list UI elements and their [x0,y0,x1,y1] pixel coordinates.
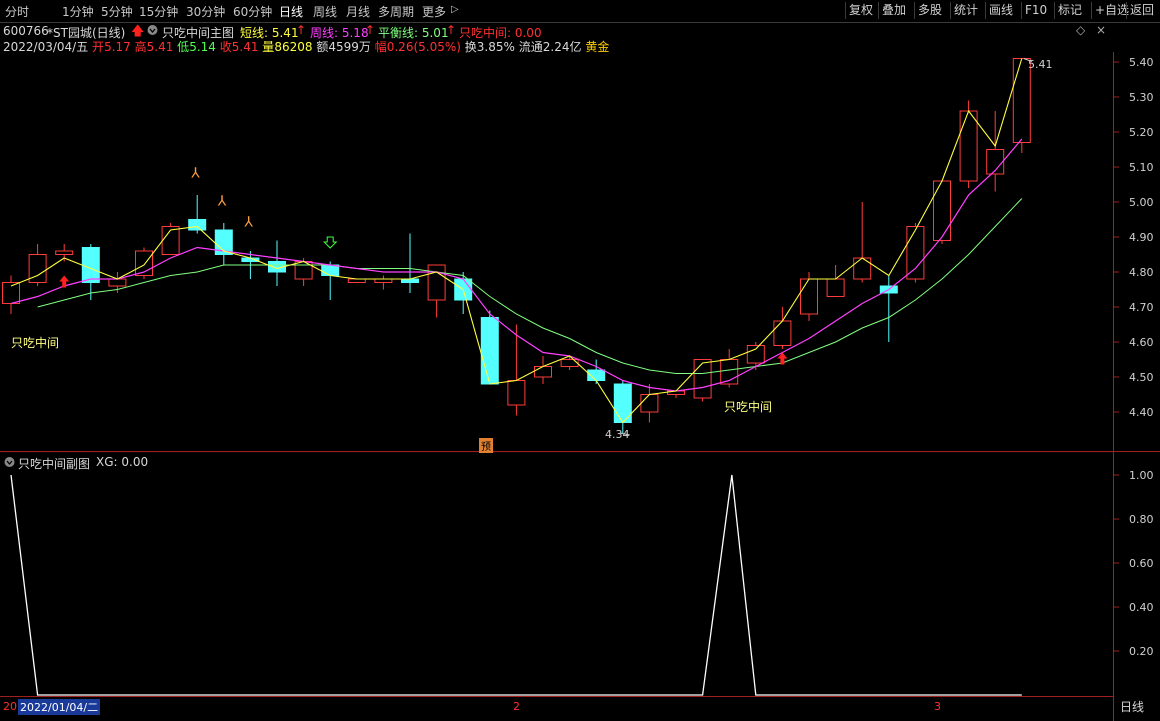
sub-y-tick-label-1: 0.40 [1129,601,1154,614]
y-tick-label-3: 4.70 [1129,301,1154,314]
month-2-label: 2 [513,700,520,713]
runner-icon-2: ⅄ [243,215,253,231]
low-price-label: 4.34 [605,428,630,441]
predict-badge[interactable]: 预 [479,438,493,453]
candle-body-16 [427,264,446,301]
candle-body-28 [746,345,765,364]
y-tick-label-1: 4.50 [1129,371,1154,384]
sub-y-tick-label-4: 1.00 [1129,469,1154,482]
candle-body-20 [534,366,552,378]
y-tick-label-9: 5.30 [1129,91,1154,104]
period-tag: 日线 [1120,700,1145,714]
cursor-date: 2022/01/04/二 [18,699,101,715]
y-tick-label-7: 5.10 [1129,161,1154,174]
sub-title[interactable]: 只吃中间副图 [18,455,90,472]
y-tick-label-2: 4.60 [1129,336,1154,349]
y-tick-label-8: 5.20 [1129,126,1154,139]
y-tick-label-0: 4.40 [1129,406,1154,419]
candle-body-24 [640,394,659,413]
candle-body-36 [959,110,978,182]
candle-body-29 [773,320,792,346]
runner-icon-1: ⅄ [217,194,227,210]
candle-body-21 [560,359,579,367]
candle-body-31 [826,278,845,297]
balance-line [37,198,1023,374]
runner-icon-0: ⅄ [190,166,200,182]
candle-body-35 [933,180,951,241]
candle-body-12 [321,264,340,276]
candle-body-32 [853,257,872,280]
candle-body-19 [507,380,526,406]
sub-y-tick-label-2: 0.60 [1129,557,1154,570]
buy-arrow-icon-0 [59,275,70,288]
sell-arrow-icon [322,236,338,249]
signal-text-left: 只吃中间 [11,336,60,350]
sub-y-tick-label-0: 0.20 [1129,645,1154,658]
high-price-label: 5.41 [1028,58,1053,71]
y-tick-label-6: 5.00 [1129,196,1154,209]
sub-y-tick-label-3: 0.80 [1129,513,1154,526]
sub-xg-value: XG: 0.00 [96,455,149,469]
date-prefix: 20 [3,700,17,713]
candle-body-3 [81,247,100,283]
candle-body-7 [188,219,207,231]
y-tick-label-5: 4.90 [1129,231,1154,244]
candle-body-4 [108,278,127,287]
signal-text-mid: 只吃中间 [724,400,773,414]
sub-dropdown-icon[interactable] [4,456,15,470]
candle-body-18 [480,317,499,385]
y-tick-label-10: 5.40 [1129,56,1154,69]
candle-body-34 [906,226,925,280]
kline-chart[interactable]: 4.40 4.50 4.60 4.70 4.80 4.90 5.00 5.10 5.20 5.30… [0,0,1160,721]
candle-body-2 [55,250,74,255]
candle-body-30 [800,278,818,315]
candle-body-38 [1012,58,1031,143]
candle-body-26 [693,359,712,399]
y-tick-label-4: 4.80 [1129,266,1154,279]
month-3-label: 3 [934,700,941,713]
xg-line [10,474,1022,696]
